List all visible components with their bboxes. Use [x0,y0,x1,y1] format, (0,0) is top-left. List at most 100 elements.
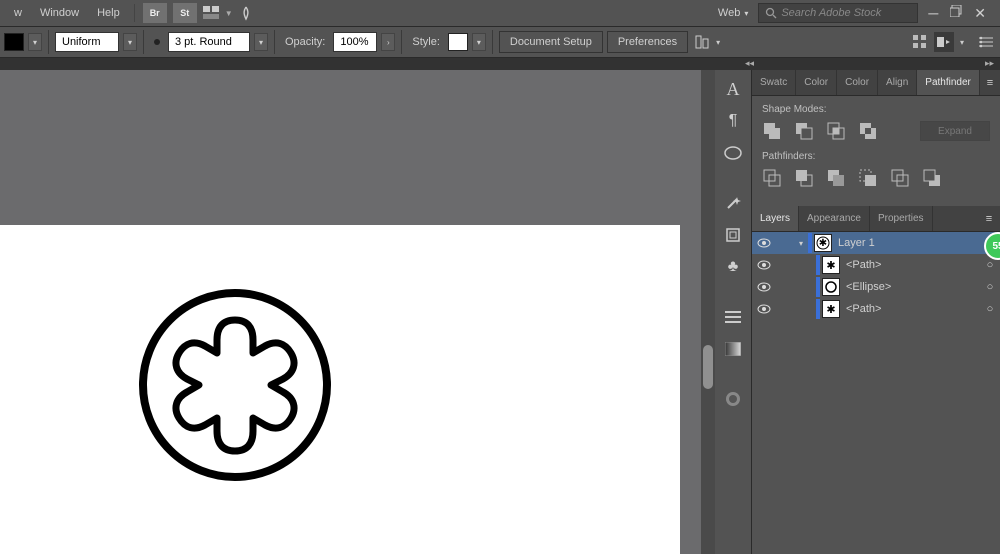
stroke-color-swatch[interactable] [4,33,24,51]
arrange-documents-icon[interactable] [201,3,223,23]
menu-item-truncated[interactable]: w [6,4,30,22]
menu-item-window[interactable]: Window [32,4,87,22]
close-icon[interactable]: ✕ [974,5,986,22]
target-indicator[interactable]: ○ [980,281,1000,293]
minus-back-icon[interactable] [922,168,942,188]
visibility-toggle[interactable] [752,282,776,292]
layer-name[interactable]: <Path> [846,303,980,315]
isolate-mode-icon[interactable] [934,32,954,52]
stock-button[interactable]: St [173,3,197,23]
merge-icon[interactable] [826,168,846,188]
tab-color[interactable]: Color [796,70,837,95]
pathfinders-label: Pathfinders: [762,151,990,162]
layer-name[interactable]: <Ellipse> [846,281,980,293]
panel-menu-icon[interactable] [976,32,996,52]
target-indicator[interactable]: ○ [980,303,1000,315]
paragraph-icon[interactable]: ¶ [720,108,746,134]
stroke-dropdown[interactable]: ▾ [28,33,42,51]
intersect-icon[interactable] [826,121,846,141]
scrollbar-track[interactable] [701,70,715,554]
document-setup-button[interactable]: Document Setup [499,31,603,53]
pathfinder-tab-row: Swatc Color Color Align Pathfinder ≡ [752,70,1000,96]
tab-align[interactable]: Align [878,70,917,95]
visibility-toggle[interactable] [752,260,776,270]
trim-icon[interactable] [794,168,814,188]
scrollbar-thumb[interactable] [703,345,713,389]
outline-icon[interactable] [890,168,910,188]
chevron-down-icon[interactable]: ▾ [960,38,964,47]
visibility-toggle[interactable] [752,238,776,248]
layer-row[interactable]: ✱ <Path> ○ [752,298,1000,320]
tab-color-guide[interactable]: Color [837,70,878,95]
layer-thumbnail: ✱ [814,234,832,252]
gpu-performance-icon[interactable] [235,3,257,23]
svg-text:✱: ✱ [826,304,835,315]
type-icon[interactable]: A [720,76,746,102]
right-panel-column: Swatc Color Color Align Pathfinder ≡ Sha… [751,70,1000,554]
tab-appearance[interactable]: Appearance [799,206,870,231]
style-dropdown[interactable]: ▾ [472,33,486,51]
layer-color-chip [816,255,820,275]
menu-item-help[interactable]: Help [89,4,128,22]
layer-row[interactable]: ✱ <Path> ○ [752,254,1000,276]
profile-dropdown[interactable]: ▾ [123,33,137,51]
menu-separator [134,4,135,22]
visibility-toggle[interactable] [752,304,776,314]
divide-icon[interactable] [762,168,782,188]
minimize-icon[interactable]: ─ [928,5,938,22]
tab-swatches[interactable]: Swatc [752,70,796,95]
align-to-icon[interactable] [692,32,712,52]
swatch-icon[interactable] [720,386,746,412]
workspace-label: Web [718,7,740,19]
exclude-icon[interactable] [858,121,878,141]
restore-icon[interactable] [950,5,962,22]
bridge-button[interactable]: Br [143,3,167,23]
chevron-down-icon[interactable]: ▾ [716,38,720,47]
target-indicator[interactable]: ○ [980,259,1000,271]
artwork-asterisk-in-circle[interactable] [135,285,345,495]
tab-pathfinder[interactable]: Pathfinder [917,70,980,95]
brush-dropdown[interactable]: ▾ [254,33,268,51]
ellipse-icon[interactable] [720,140,746,166]
crop-icon[interactable] [858,168,878,188]
lines-icon[interactable] [720,304,746,330]
tab-layers[interactable]: Layers [752,206,799,231]
panel-menu-icon[interactable]: ≡ [978,206,1000,231]
canvas-area[interactable] [0,70,715,554]
artboard-icon[interactable] [720,222,746,248]
search-stock-input[interactable]: Search Adobe Stock [758,3,918,23]
tab-properties[interactable]: Properties [870,206,933,231]
wand-icon[interactable] [720,190,746,216]
disclosure-triangle[interactable]: ▾ [794,239,808,248]
chevron-down-icon[interactable]: ▼ [225,9,233,18]
search-icon [765,7,777,19]
opacity-label: Opacity: [281,36,329,48]
unite-icon[interactable] [762,121,782,141]
collapse-arrow-icon[interactable]: ▸▸ [985,58,994,69]
layer-row[interactable]: <Ellipse> ○ [752,276,1000,298]
shape-modes-label: Shape Modes: [762,104,990,115]
opacity-field[interactable]: 100% [333,32,377,52]
layers-tab-row: Layers Appearance Properties ≡ [752,206,1000,232]
expand-button[interactable]: Expand [920,121,990,141]
grid-view-icon[interactable] [910,32,930,52]
gradient-icon[interactable] [720,336,746,362]
search-placeholder: Search Adobe Stock [781,7,881,19]
panel-menu-icon[interactable]: ≡ [980,70,1000,95]
layer-name[interactable]: <Path> [846,259,980,271]
layer-color-chip [808,233,812,253]
brush-dot-icon [154,39,160,45]
preferences-button[interactable]: Preferences [607,31,688,53]
workspace-switcher[interactable]: Web ▾ [710,7,756,19]
layer-name[interactable]: Layer 1 [838,237,980,249]
artboard[interactable] [0,225,680,554]
club-icon[interactable]: ♣ [720,254,746,280]
style-swatch[interactable] [448,33,468,51]
opacity-arrow-right[interactable]: › [381,33,395,51]
minus-front-icon[interactable] [794,121,814,141]
brush-select[interactable]: 3 pt. Round [168,32,250,52]
profile-select[interactable]: Uniform [55,32,119,52]
svg-text:✱: ✱ [826,260,835,271]
layer-row[interactable]: ▾ ✱ Layer 1 ○ [752,232,1000,254]
collapse-arrow-icon[interactable]: ◂◂ [745,58,754,69]
